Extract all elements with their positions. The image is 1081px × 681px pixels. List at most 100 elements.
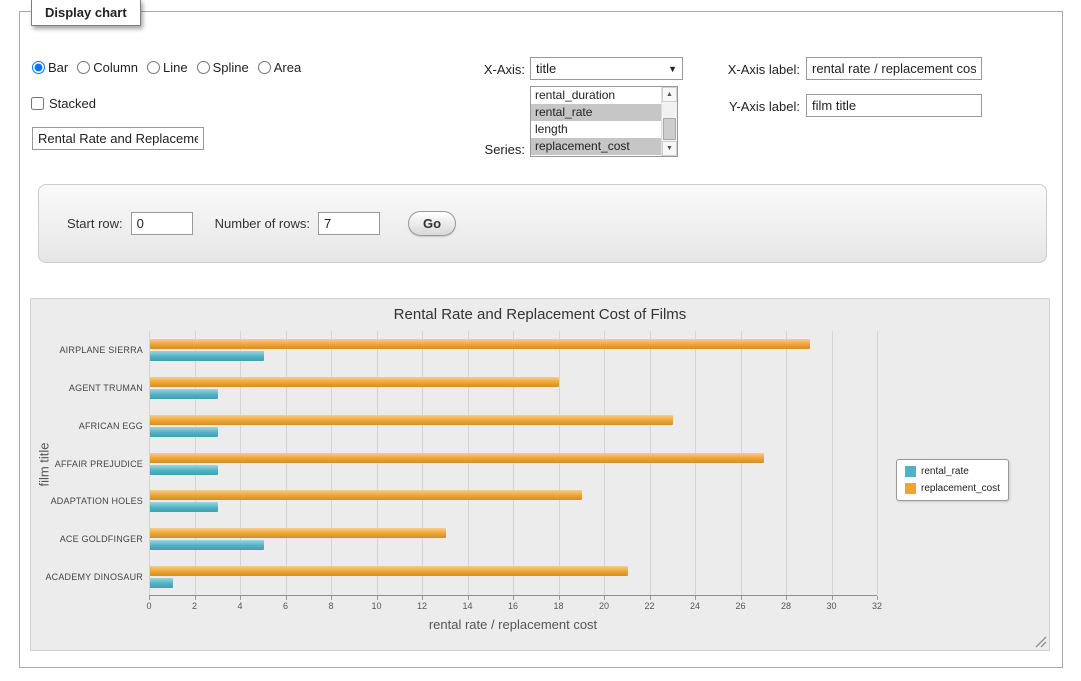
x-tick-mark	[149, 596, 150, 600]
chart-type-radio-bar[interactable]	[32, 61, 45, 74]
rows-panel: Start row: Number of rows: Go	[38, 184, 1047, 263]
series-option-rental_rate[interactable]: rental_rate	[531, 104, 661, 121]
x-tick-mark	[513, 596, 514, 600]
x-tick-label: 6	[271, 601, 301, 611]
chart-title-input[interactable]	[32, 127, 204, 150]
x-tick-label: 26	[726, 601, 756, 611]
bar-rental_rate	[150, 351, 264, 361]
bar-replacement_cost	[150, 415, 673, 425]
x-tick-mark	[695, 596, 696, 600]
category-label: ADAPTATION HOLES	[35, 496, 143, 506]
gridline	[832, 331, 833, 595]
x-tick-label: 20	[589, 601, 619, 611]
x-tick-label: 2	[180, 601, 210, 611]
bar-replacement_cost	[150, 377, 559, 387]
series-option-length[interactable]: length	[531, 121, 661, 138]
gridline	[195, 331, 196, 595]
x-tick-mark	[877, 596, 878, 600]
number-of-rows-label: Number of rows:	[215, 216, 310, 231]
y-axis-label-label: Y-Axis label:	[712, 99, 800, 114]
resize-handle-icon[interactable]	[1034, 635, 1047, 648]
chart-title: Rental Rate and Replacement Cost of Film…	[31, 306, 1049, 323]
gridline	[513, 331, 514, 595]
chart-x-axis-title: rental rate / replacement cost	[149, 617, 877, 632]
scroll-thumb[interactable]	[663, 118, 676, 140]
chart-type-label: Bar	[48, 60, 68, 75]
x-tick-label: 24	[680, 601, 710, 611]
display-chart-panel: Display chart BarColumnLineSplineArea St…	[19, 11, 1063, 668]
panel-title: Display chart	[31, 0, 141, 26]
gridline	[786, 331, 787, 595]
category-label: AGENT TRUMAN	[35, 383, 143, 393]
gridline	[695, 331, 696, 595]
chart-type-label: Column	[93, 60, 138, 75]
gridline	[149, 331, 150, 595]
x-axis-label-input[interactable]	[806, 57, 982, 80]
x-tick-label: 14	[453, 601, 483, 611]
bar-replacement_cost	[150, 453, 764, 463]
x-tick-mark	[422, 596, 423, 600]
category-label: AFRICAN EGG	[35, 421, 143, 431]
chart-type-option-line[interactable]: Line	[147, 60, 188, 75]
series-options: rental_durationrental_ratelengthreplacem…	[531, 87, 661, 156]
series-option-rental_duration[interactable]: rental_duration	[531, 87, 661, 104]
x-tick-label: 30	[817, 601, 847, 611]
number-of-rows-input[interactable]	[318, 212, 380, 235]
legend-item-rental_rate[interactable]: rental_rate	[905, 466, 1000, 477]
chart-type-radio-area[interactable]	[258, 61, 271, 74]
chart-type-radio-line[interactable]	[147, 61, 160, 74]
chart-type-option-bar[interactable]: Bar	[32, 60, 68, 75]
x-tick-mark	[195, 596, 196, 600]
x-tick-mark	[377, 596, 378, 600]
bar-replacement_cost	[150, 566, 628, 576]
series-listbox[interactable]: rental_durationrental_ratelengthreplacem…	[530, 86, 678, 157]
scroll-down-icon[interactable]: ▼	[662, 141, 677, 156]
chart-type-radio-column[interactable]	[77, 61, 90, 74]
gridline	[741, 331, 742, 595]
x-tick-label: 16	[498, 601, 528, 611]
chart-type-option-spline[interactable]: Spline	[197, 60, 249, 75]
x-tick-mark	[468, 596, 469, 600]
x-tick-mark	[786, 596, 787, 600]
x-axis-select-label: X-Axis:	[445, 62, 525, 77]
dropdown-arrow-icon: ▼	[668, 64, 677, 74]
x-tick-mark	[240, 596, 241, 600]
chart-type-radio-spline[interactable]	[197, 61, 210, 74]
chart-type-option-column[interactable]: Column	[77, 60, 138, 75]
bar-rental_rate	[150, 465, 218, 475]
scroll-up-icon[interactable]: ▲	[662, 87, 677, 102]
bar-rental_rate	[150, 502, 218, 512]
x-tick-mark	[741, 596, 742, 600]
gridline	[422, 331, 423, 595]
series-option-replacement_cost[interactable]: replacement_cost	[531, 138, 661, 155]
gridline	[604, 331, 605, 595]
x-tick-label: 8	[316, 601, 346, 611]
x-tick-label: 0	[134, 601, 164, 611]
x-axis-selected-value: title	[536, 61, 556, 76]
x-axis-select[interactable]: title ▼	[530, 57, 683, 80]
gridline	[286, 331, 287, 595]
chart-type-option-area[interactable]: Area	[258, 60, 301, 75]
gridline	[240, 331, 241, 595]
chart-legend: rental_rate replacement_cost	[896, 459, 1009, 501]
bar-rental_rate	[150, 578, 173, 588]
legend-item-replacement_cost[interactable]: replacement_cost	[905, 483, 1000, 494]
y-axis-label-input[interactable]	[806, 94, 982, 117]
x-tick-label: 22	[635, 601, 665, 611]
x-tick-label: 18	[544, 601, 574, 611]
category-label: AFFAIR PREJUDICE	[35, 459, 143, 469]
series-scrollbar[interactable]: ▲ ▼	[661, 87, 677, 156]
plot-area: 02468101214161820222426283032AIRPLANE SI…	[149, 331, 877, 596]
bar-replacement_cost	[150, 528, 446, 538]
gridline	[468, 331, 469, 595]
go-button[interactable]: Go	[408, 211, 456, 236]
series-select-label: Series:	[473, 142, 525, 157]
stacked-checkbox[interactable]	[31, 97, 44, 110]
start-row-label: Start row:	[67, 216, 123, 231]
gridline	[559, 331, 560, 595]
x-tick-mark	[604, 596, 605, 600]
chart-panel: Rental Rate and Replacement Cost of Film…	[30, 298, 1050, 651]
bar-rental_rate	[150, 540, 264, 550]
stacked-option[interactable]: Stacked	[31, 96, 96, 111]
start-row-input[interactable]	[131, 212, 193, 235]
